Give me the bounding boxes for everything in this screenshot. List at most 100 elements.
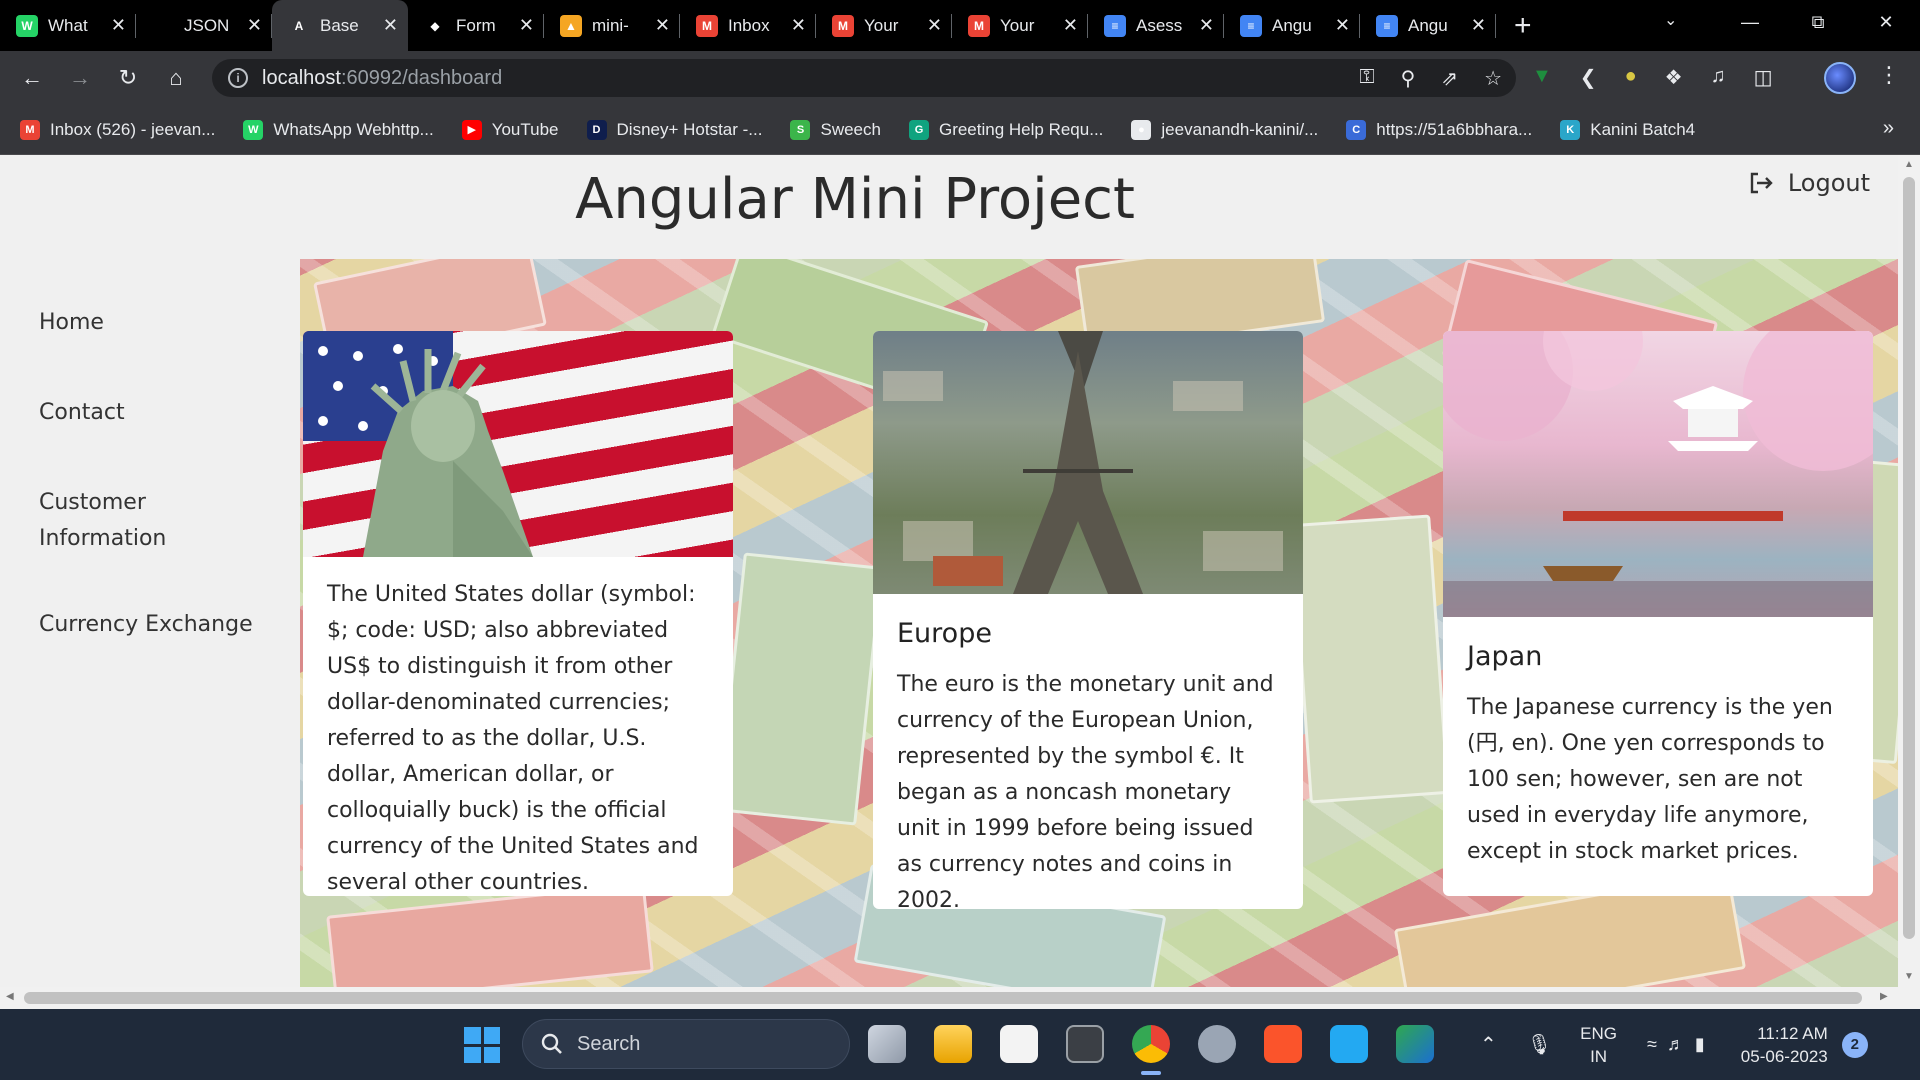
tab-close-icon[interactable]: ✕ [519,15,534,36]
browser-tab[interactable]: M Your ✕ [952,0,1088,51]
bookmark-favicon-icon: M [20,119,40,140]
new-tab-button[interactable]: + [1514,10,1532,41]
horizontal-scroll-thumb[interactable] [24,992,1862,1004]
sidepanel-icon[interactable]: ◫ [1754,65,1773,90]
tab-close-icon[interactable]: ✕ [1199,15,1214,36]
tab-close-icon[interactable]: ✕ [111,15,126,36]
browser-tab[interactable]: M Inbox ✕ [680,0,816,51]
browser-tab[interactable]: ≡ Angu ✕ [1224,0,1360,51]
address-bar[interactable]: i localhost:60992/dashboard ⚿ ⚲ ⇗ ☆ [212,59,1516,97]
extension-bulb-icon[interactable]: ● [1625,65,1637,90]
bookmark-label: https://51a6bbhara... [1376,119,1533,139]
tab-search-icon[interactable]: ⌄ [1664,10,1677,30]
vertical-scrollbar[interactable]: ▲ ▼ [1898,155,1920,987]
share-icon[interactable]: ⇗ [1441,66,1458,91]
tab-close-icon[interactable]: ✕ [1335,15,1350,36]
snipping-tool-icon[interactable] [1000,1025,1038,1063]
scroll-up-icon[interactable]: ▲ [1904,159,1914,170]
minimize-icon[interactable]: — [1716,12,1784,33]
browser-tab[interactable]: ◆ Form ✕ [408,0,544,51]
zoom-icon[interactable]: ⚲ [1401,66,1416,91]
browser-tab[interactable]: ≡ Angu ✕ [1360,0,1496,51]
scroll-right-icon[interactable]: ▶ [1880,991,1888,1002]
app-icon[interactable] [1396,1025,1434,1063]
bookmark-item[interactable]: D Disney+ Hotstar -... [586,119,762,140]
tray-overflow-icon[interactable]: ⌃ [1480,1032,1497,1057]
bookmark-item[interactable]: S Sweech [790,119,881,140]
bookmark-item[interactable]: Chttps://51a6bbhara... [1346,119,1533,140]
browser-tab[interactable]: W What ✕ [0,0,136,51]
tab-strip: W What ✕ JSON ✕ A Base ✕ ◆ Form ✕ ▲ mini- ✕ M Inbox ✕ M Yo… [0,0,1920,51]
close-window-icon[interactable]: ✕ [1852,12,1920,33]
tab-close-icon[interactable]: ✕ [655,15,670,36]
windows-start-icon[interactable] [464,1027,500,1063]
scroll-down-icon[interactable]: ▼ [1904,971,1914,982]
nav-contact[interactable]: Contact [39,395,289,431]
menu-kebab-icon[interactable]: ⋮ [1878,62,1900,88]
key-icon[interactable]: ⚿ [1359,66,1374,91]
nav-customer-information[interactable]: Customer Information [39,485,199,557]
bookmark-favicon-icon: C [1346,119,1367,140]
browser-tab[interactable]: A Base ✕ [272,0,408,51]
puzzle-icon[interactable]: ❖ [1665,65,1683,90]
forward-icon[interactable]: → [56,65,104,91]
microphone-icon[interactable]: 🎙 [1527,1032,1552,1057]
nav-home[interactable]: Home [39,305,289,341]
nav-currency-exchange[interactable]: Currency Exchange [39,607,289,643]
url-path: :60992/dashboard [340,66,503,89]
tab-close-icon[interactable]: ✕ [791,15,806,36]
back-icon[interactable]: ← [8,65,56,91]
tab-title: Form [456,15,496,35]
language-code: ENG [1580,1023,1617,1043]
extension-back-icon[interactable]: ❮ [1580,65,1597,90]
scroll-left-icon[interactable]: ◀ [6,991,14,1002]
brave-icon[interactable] [1264,1025,1302,1063]
tab-close-icon[interactable]: ✕ [927,15,942,36]
url-host: localhost [262,66,341,89]
extension-icon[interactable]: ▼ [1532,65,1552,90]
tab-close-icon[interactable]: ✕ [383,15,398,36]
bookmark-item[interactable]: ● jeevanandh-kanini/... [1131,119,1319,140]
vertical-scroll-thumb[interactable] [1903,177,1915,939]
tab-close-icon[interactable]: ✕ [1471,15,1486,36]
tab-favicon-icon: W [16,14,38,37]
taskbar-search[interactable]: Search [522,1019,850,1069]
bookmark-label: Kanini Batch4 [1590,119,1696,139]
clock[interactable]: 11:12 AM 05-06-2023 [1741,1022,1828,1068]
horizontal-scrollbar[interactable]: ◀ ▶ [0,987,1920,1009]
bookmark-favicon-icon: S [790,119,811,140]
bookmark-label: jeevanandh-kanini/... [1161,119,1319,139]
home-icon[interactable]: ⌂ [152,65,200,91]
browser-tab[interactable]: ≡ Asess ✕ [1088,0,1224,51]
browser-tab[interactable]: ▲ mini- ✕ [544,0,680,51]
profile-avatar[interactable] [1824,62,1856,94]
bookmark-item[interactable]: M Inbox (526) - jeevan... [20,119,215,140]
task-view-icon[interactable] [868,1025,906,1063]
browser-tab[interactable]: JSON ✕ [136,0,272,51]
reload-icon[interactable]: ↻ [104,65,152,91]
bookmarks-overflow-icon[interactable]: » [1883,117,1894,140]
wifi-volume-battery-icons[interactable]: ≈♬▮ [1647,1034,1715,1055]
notification-badge[interactable]: 2 [1841,1031,1868,1058]
settings-icon[interactable] [1198,1025,1236,1063]
tab-close-icon[interactable]: ✕ [1063,15,1078,36]
vscode-icon[interactable] [1330,1025,1368,1063]
search-icon [541,1033,562,1054]
file-explorer-icon[interactable] [934,1025,972,1063]
castle-blossom-icon [1443,331,1873,617]
chrome-icon[interactable] [1132,1025,1170,1075]
tab-close-icon[interactable]: ✕ [247,15,262,36]
logout-button[interactable]: Logout [1748,169,1870,197]
bookmark-favicon-icon: W [243,119,264,140]
language-indicator[interactable]: ENG IN [1580,1022,1617,1068]
bookmark-item[interactable]: W WhatsApp Webhttp... [243,119,434,140]
bookmark-item[interactable]: K Kanini Batch4 [1560,119,1696,140]
browser-tab[interactable]: M Your ✕ [816,0,952,51]
unity-icon[interactable] [1066,1025,1104,1063]
bookmark-item[interactable]: G Greeting Help Requ... [908,119,1103,140]
bookmark-item[interactable]: ▶ YouTube [461,119,559,140]
restore-icon[interactable]: ⧉ [1784,12,1852,33]
media-icon[interactable]: ♫ [1711,65,1726,90]
bookmark-star-icon[interactable]: ☆ [1484,66,1502,91]
site-info-icon[interactable]: i [228,68,248,88]
